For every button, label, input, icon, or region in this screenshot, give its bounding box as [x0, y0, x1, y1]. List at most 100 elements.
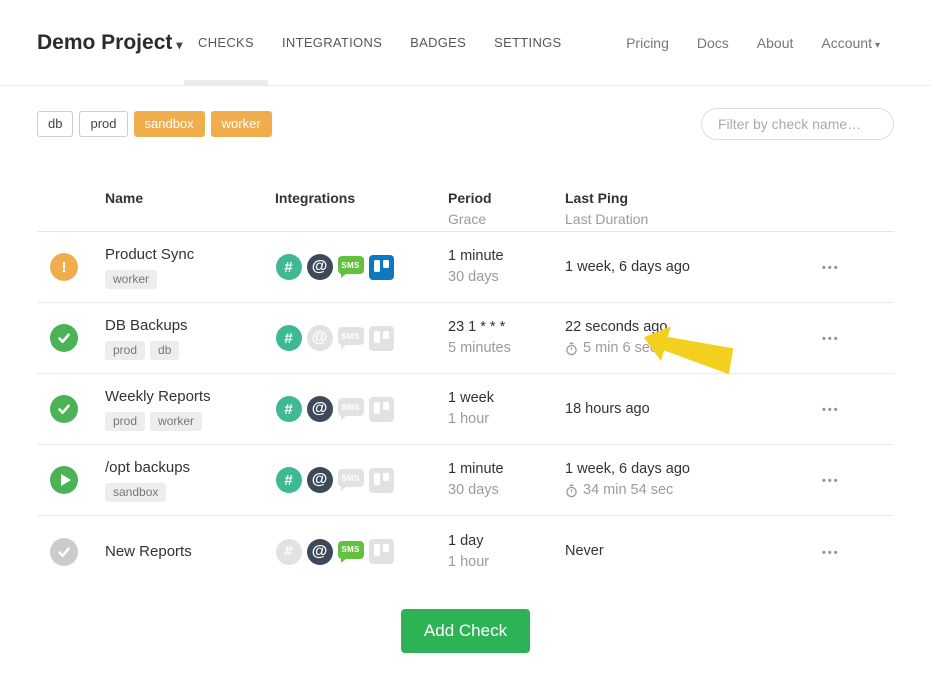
check-name-link[interactable]: DB Backups: [105, 317, 188, 334]
period-cell: 1 minute 30 days: [448, 459, 565, 501]
nav-link-pricing[interactable]: Pricing: [612, 35, 683, 51]
trello-icon: [368, 396, 395, 423]
last-duration-value: 5 min 6 sec: [565, 338, 822, 359]
check-tag: worker: [105, 270, 157, 289]
period-cell: 1 day 1 hour: [448, 531, 565, 573]
last-duration-value: 34 min 54 sec: [565, 480, 822, 501]
menu-cell: •••: [822, 543, 894, 561]
check-tag: sandbox: [105, 483, 166, 502]
header-period: Period: [448, 188, 565, 209]
lastping-cell: Never: [565, 541, 822, 562]
table-row: ! Product Sync worker #@SMS 1 minute 30 …: [37, 232, 894, 303]
status-cell: [37, 324, 105, 352]
stopwatch-icon: [565, 484, 578, 498]
grace-value: 30 days: [448, 480, 565, 501]
period-cell: 1 minute 30 days: [448, 246, 565, 288]
check-name-link[interactable]: Weekly Reports: [105, 388, 211, 405]
tab-badges[interactable]: BADGES: [396, 0, 480, 85]
tag-filter-sandbox[interactable]: sandbox: [134, 111, 205, 137]
period-cell: 1 week 1 hour: [448, 388, 565, 430]
email-icon: @: [306, 325, 333, 352]
row-menu-button[interactable]: •••: [822, 405, 840, 415]
tab-integrations[interactable]: INTEGRATIONS: [268, 0, 396, 85]
tag-filter-worker[interactable]: worker: [211, 111, 272, 137]
add-check-area: Add Check: [0, 609, 931, 653]
check-icon: [56, 544, 72, 560]
main-tabs: CHECKS INTEGRATIONS BADGES SETTINGS: [184, 0, 576, 85]
row-menu-button[interactable]: •••: [822, 334, 840, 344]
period-value: 23 1 * * *: [448, 317, 565, 338]
menu-cell: •••: [822, 258, 894, 276]
header-last-ping: Last Ping: [565, 188, 822, 209]
name-cell: /opt backups sandbox: [105, 459, 275, 502]
table-header-row: Name Integrations Period Grace Last Ping…: [37, 180, 894, 232]
check-name-link[interactable]: New Reports: [105, 543, 192, 560]
lastping-cell: 1 week, 6 days ago 34 min 54 sec: [565, 459, 822, 501]
chevron-down-icon: ▾: [875, 40, 880, 51]
check-name-link[interactable]: Product Sync: [105, 246, 194, 263]
top-navbar: Demo Project▾ CHECKS INTEGRATIONS BADGES…: [0, 0, 931, 86]
trello-icon: [368, 325, 395, 352]
check-icon: [56, 330, 72, 346]
period-value: 1 minute: [448, 459, 565, 480]
period-value: 1 day: [448, 531, 565, 552]
lastping-cell: 18 hours ago: [565, 399, 822, 420]
email-icon: @: [306, 467, 333, 494]
header-lastping-duration: Last Ping Last Duration: [565, 188, 822, 230]
sms-icon: SMS: [337, 254, 364, 281]
tag-filter-prod[interactable]: prod: [79, 111, 127, 137]
add-check-button[interactable]: Add Check: [401, 609, 530, 653]
slack-icon: #: [275, 467, 302, 494]
status-icon: [50, 395, 78, 423]
header-last-duration: Last Duration: [565, 209, 822, 230]
account-menu[interactable]: Account▾: [807, 35, 894, 51]
chevron-down-icon: ▾: [176, 38, 182, 52]
integration-icons: #@SMS: [275, 538, 448, 565]
name-cell: DB Backups proddb: [105, 317, 275, 360]
row-menu-button[interactable]: •••: [822, 476, 840, 486]
menu-cell: •••: [822, 471, 894, 489]
nav-link-docs[interactable]: Docs: [683, 35, 743, 51]
header-grace: Grace: [448, 209, 565, 230]
tab-settings[interactable]: SETTINGS: [480, 0, 575, 85]
lastping-cell: 22 seconds ago 5 min 6 sec: [565, 317, 822, 359]
slack-icon: #: [275, 538, 302, 565]
lastping-cell: 1 week, 6 days ago: [565, 257, 822, 278]
table-row: Weekly Reports prodworker #@SMS 1 week 1…: [37, 374, 894, 445]
check-name-link[interactable]: /opt backups: [105, 459, 190, 476]
grace-value: 5 minutes: [448, 338, 565, 359]
nav-links: Pricing Docs About Account▾: [612, 0, 894, 85]
tag-filter-db[interactable]: db: [37, 111, 73, 137]
status-cell: [37, 466, 105, 494]
checks-table-body: ! Product Sync worker #@SMS 1 minute 30 …: [37, 232, 894, 587]
integration-icons: #@SMS: [275, 325, 448, 352]
status-icon: [50, 538, 78, 566]
play-icon: [61, 474, 71, 486]
row-menu-button[interactable]: •••: [822, 263, 840, 273]
sms-icon: SMS: [337, 538, 364, 565]
account-label: Account: [821, 35, 872, 51]
checks-table: Name Integrations Period Grace Last Ping…: [37, 180, 894, 587]
last-ping-value: 22 seconds ago: [565, 317, 822, 338]
header-integrations: Integrations: [275, 188, 448, 209]
nav-link-about[interactable]: About: [743, 35, 808, 51]
check-name-filter-input[interactable]: [701, 108, 894, 140]
email-icon: @: [306, 396, 333, 423]
slack-icon: #: [275, 396, 302, 423]
check-tags: prodworker: [105, 412, 265, 431]
row-menu-button[interactable]: •••: [822, 548, 840, 558]
integration-icons: #@SMS: [275, 254, 448, 281]
trello-icon: [368, 538, 395, 565]
menu-cell: •••: [822, 329, 894, 347]
check-tag: prod: [105, 341, 145, 360]
status-icon: [50, 466, 78, 494]
project-switcher[interactable]: Demo Project▾: [37, 31, 184, 55]
sms-icon: SMS: [337, 396, 364, 423]
period-value: 1 week: [448, 388, 565, 409]
table-row: New Reports #@SMS 1 day 1 hour Never •••: [37, 516, 894, 587]
email-icon: @: [306, 538, 333, 565]
status-icon: !: [50, 253, 78, 281]
trello-icon: [368, 467, 395, 494]
header-period-grace: Period Grace: [448, 188, 565, 230]
tab-checks[interactable]: CHECKS: [184, 0, 268, 85]
